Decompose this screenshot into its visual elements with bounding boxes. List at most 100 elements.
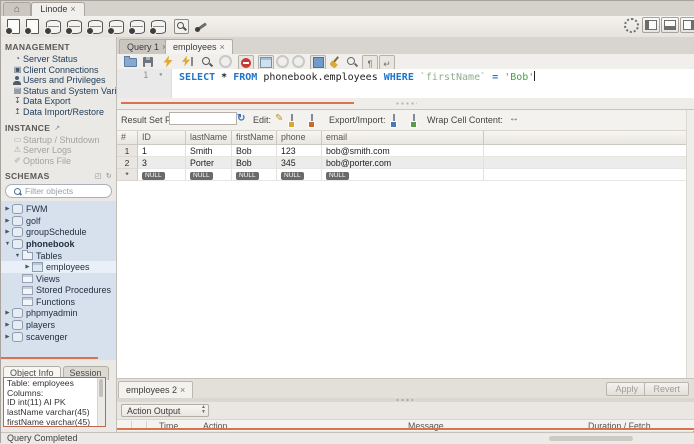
- sidebar-item-startup-shutdown[interactable]: ▭ Startup / Shutdown: [1, 135, 116, 146]
- chevron-down-icon[interactable]: ▼: [3, 241, 12, 247]
- sidebar-item-server-status[interactable]: ◔ Server Status: [1, 54, 116, 65]
- chevron-right-icon[interactable]: ▶: [3, 310, 12, 316]
- sidebar-item-client-connections[interactable]: ▣ Client Connections: [1, 65, 116, 76]
- new-table-icon[interactable]: [86, 18, 104, 35]
- row-number-cell[interactable]: *: [117, 169, 138, 181]
- execute-icon[interactable]: [161, 55, 175, 68]
- table-row[interactable]: 2 3 Porter Bob 345 bob@porter.com: [117, 157, 694, 169]
- tree-node-employees[interactable]: ▶ employees: [1, 261, 116, 273]
- tree-node-fwm[interactable]: ▶ FWM: [1, 203, 116, 215]
- chevron-right-icon[interactable]: ▶: [3, 206, 12, 212]
- tree-node-tables[interactable]: ▼ Tables: [1, 249, 116, 262]
- limit-rows-icon[interactable]: [258, 55, 274, 70]
- chevron-right-icon[interactable]: ▶: [3, 322, 12, 328]
- output-selector-dropdown[interactable]: Action Output ▲ ▼: [121, 404, 209, 417]
- grid-cell[interactable]: NULL: [232, 169, 277, 181]
- result-tab-employees-2[interactable]: employees 2 ×: [118, 381, 194, 399]
- tree-node-scavenger[interactable]: ▶ scavenger: [1, 331, 116, 343]
- grid-cell[interactable]: Bob: [232, 145, 277, 157]
- tree-node-functions[interactable]: Functions: [1, 296, 116, 308]
- toggle-bottom-panel-button[interactable]: [661, 17, 679, 33]
- toggle-left-sidebar-button[interactable]: [642, 17, 660, 33]
- stop-icon[interactable]: [218, 55, 232, 68]
- tree-node-phonebook[interactable]: ▼ phonebook: [1, 238, 116, 250]
- wrap-cell-content-icon[interactable]: ↔: [509, 113, 519, 124]
- toggle-invisible-chars-icon[interactable]: [362, 55, 378, 70]
- apply-button[interactable]: Apply: [606, 382, 647, 396]
- grid-cell[interactable]: 3: [138, 157, 186, 169]
- open-sql-script-icon[interactable]: [24, 18, 41, 35]
- migration-wizard-icon[interactable]: [193, 18, 210, 35]
- table-row[interactable]: * NULL NULL NULL NULL NULL: [117, 169, 694, 181]
- grid-cell[interactable]: bob@smith.com: [322, 145, 484, 157]
- column-header-firstName[interactable]: firstName: [232, 131, 277, 144]
- open-file-icon[interactable]: [123, 55, 137, 68]
- toggle-right-sidebar-button[interactable]: [680, 17, 694, 33]
- sidebar-item-data-export[interactable]: ↧ Data Export: [1, 96, 116, 107]
- chevron-right-icon[interactable]: ▶: [23, 264, 32, 270]
- expand-schemas-icon[interactable]: ◰: [95, 172, 102, 180]
- chevron-right-icon[interactable]: ▶: [3, 218, 12, 224]
- column-header-ID[interactable]: ID: [138, 131, 186, 144]
- new-view-icon[interactable]: [107, 18, 125, 35]
- splitter-grip[interactable]: [395, 399, 413, 401]
- close-icon[interactable]: ×: [180, 385, 185, 395]
- save-icon[interactable]: [141, 55, 155, 68]
- refresh-icon[interactable]: ↻: [237, 113, 245, 124]
- home-tab[interactable]: ⌂: [3, 2, 31, 17]
- close-icon[interactable]: ×: [70, 4, 75, 14]
- grid-cell[interactable]: NULL: [277, 169, 322, 181]
- column-header-email[interactable]: email: [322, 131, 484, 144]
- dropdown-spinner-icon[interactable]: ▲ ▼: [201, 405, 206, 415]
- result-grid-scrollbar[interactable]: [686, 110, 694, 379]
- table-row[interactable]: 1 1 Smith Bob 123 bob@smith.com: [117, 145, 694, 157]
- grid-cell[interactable]: bob@porter.com: [322, 157, 484, 169]
- sql-code-line[interactable]: SELECT * FROM phonebook.employees WHERE …: [179, 71, 536, 83]
- export-recordset-icon[interactable]: [393, 114, 395, 126]
- commit-icon[interactable]: [275, 55, 289, 68]
- column-header-phone[interactable]: phone: [277, 131, 322, 144]
- insert-row-icon[interactable]: [291, 114, 293, 126]
- grid-cell[interactable]: 1: [138, 145, 186, 157]
- schema-filter-input[interactable]: Filter objects: [5, 184, 112, 199]
- import-records-icon[interactable]: [413, 114, 415, 126]
- delete-row-icon[interactable]: [311, 114, 313, 126]
- grid-cell[interactable]: NULL: [186, 169, 232, 181]
- new-function-icon[interactable]: [149, 18, 167, 35]
- close-icon[interactable]: ×: [220, 42, 225, 52]
- grid-cell[interactable]: NULL: [322, 169, 484, 181]
- clear-query-icon[interactable]: [328, 55, 342, 68]
- tree-node-players[interactable]: ▶ players: [1, 319, 116, 331]
- editor-result-splitter[interactable]: [117, 98, 694, 109]
- refresh-schemas-icon[interactable]: ↻: [106, 172, 112, 180]
- rollback-icon[interactable]: [291, 55, 305, 68]
- tree-node-views[interactable]: Views: [1, 273, 116, 285]
- row-number-cell[interactable]: 2: [117, 157, 138, 169]
- grid-cell[interactable]: Porter: [186, 157, 232, 169]
- tree-node-golf[interactable]: ▶ golf: [1, 215, 116, 227]
- find-icon[interactable]: [345, 55, 359, 68]
- sidebar-item-status-and-system-variables[interactable]: ▤Status and System Variables: [1, 86, 116, 97]
- sidebar-item-server-logs[interactable]: ⚠ Server Logs: [1, 145, 116, 156]
- grid-cell[interactable]: Bob: [232, 157, 277, 169]
- chevron-right-icon[interactable]: ▶: [3, 229, 12, 235]
- result-filter-input[interactable]: [169, 112, 237, 125]
- search-objects-icon[interactable]: [173, 18, 190, 35]
- sidebar-item-data-import-restore[interactable]: ↥ Data Import/Restore: [1, 107, 116, 118]
- explain-icon[interactable]: [200, 55, 214, 68]
- toggle-autocommit-icon[interactable]: [310, 55, 326, 70]
- column-header-lastName[interactable]: lastName: [186, 131, 232, 144]
- toggle-word-wrap-icon[interactable]: [379, 55, 395, 70]
- horizontal-scrollbar-thumb[interactable]: [549, 436, 633, 441]
- grid-cell[interactable]: 123: [277, 145, 322, 157]
- grid-cell[interactable]: 345: [277, 157, 322, 169]
- grid-cell[interactable]: Smith: [186, 145, 232, 157]
- chevron-down-icon[interactable]: ▼: [13, 253, 22, 259]
- connection-tab-linode[interactable]: Linode ×: [31, 2, 85, 17]
- execute-current-icon[interactable]: [181, 55, 195, 68]
- new-sql-tab-icon[interactable]: [5, 18, 22, 35]
- new-schema-icon[interactable]: [65, 18, 83, 35]
- tree-node-stored-procedures[interactable]: Stored Procedures: [1, 285, 116, 297]
- row-number-cell[interactable]: 1: [117, 145, 138, 157]
- tree-node-phpmyadmin[interactable]: ▶ phpmyadmin: [1, 308, 116, 320]
